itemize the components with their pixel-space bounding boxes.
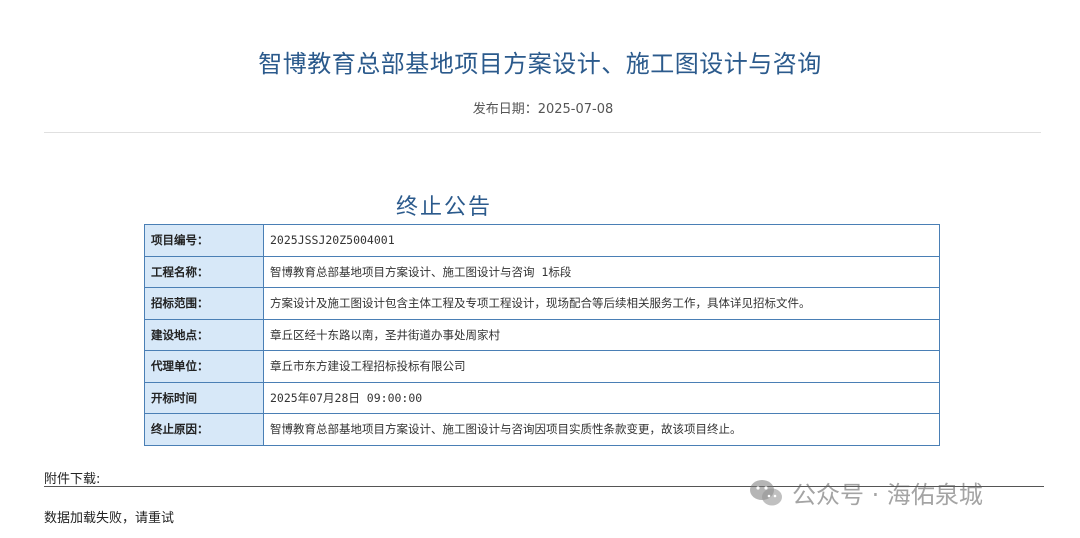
- row-label: 建设地点：: [144, 318, 264, 351]
- row-label: 代理单位：: [144, 350, 264, 383]
- notice-info-table: 项目编号： 2025JSSJ20Z5004001 工程名称： 智博教育总部基地项…: [144, 224, 940, 446]
- row-value: 2025JSSJ20Z5004001: [263, 224, 940, 257]
- table-row: 开标时间 2025年07月28日 09:00:00: [144, 381, 940, 414]
- table-row: 建设地点： 章丘区经十东路以南，圣井街道办事处周家村: [144, 318, 940, 351]
- table-row: 终止原因： 智博教育总部基地项目方案设计、施工图设计与咨询因项目实质性条款变更，…: [144, 413, 940, 446]
- row-value: 章丘区经十东路以南，圣井街道办事处周家村: [263, 318, 940, 351]
- wechat-icon: [750, 479, 782, 505]
- watermark-text: 公众号 · 海佑泉城: [792, 481, 983, 509]
- load-failed-retry-message[interactable]: 数据加载失败，请重试: [44, 507, 174, 526]
- table-row: 代理单位： 章丘市东方建设工程招标投标有限公司: [144, 350, 940, 383]
- watermark: 公众号 · 海佑泉城: [748, 475, 983, 510]
- row-label: 终止原因：: [144, 413, 264, 446]
- row-label: 开标时间: [144, 381, 264, 414]
- attachment-download-link[interactable]: 附件下载:: [44, 468, 100, 487]
- row-value: 章丘市东方建设工程招标投标有限公司: [263, 350, 940, 383]
- row-value: 智博教育总部基地项目方案设计、施工图设计与咨询 1标段: [263, 255, 940, 288]
- row-value: 方案设计及施工图设计包含主体工程及专项工程设计，现场配合等后续相关服务工作，具体…: [263, 287, 940, 320]
- row-label: 工程名称：: [144, 255, 264, 288]
- table-row: 工程名称： 智博教育总部基地项目方案设计、施工图设计与咨询 1标段: [144, 255, 940, 288]
- row-value: 2025年07月28日 09:00:00: [263, 381, 940, 414]
- row-label: 招标范围：: [144, 287, 264, 320]
- table-row: 项目编号： 2025JSSJ20Z5004001: [144, 224, 940, 257]
- row-value: 智博教育总部基地项目方案设计、施工图设计与咨询因项目实质性条款变更，故该项目终止…: [263, 413, 940, 446]
- notice-heading: 终止公告: [396, 195, 493, 220]
- page-title: 智博教育总部基地项目方案设计、施工图设计与咨询: [258, 50, 822, 78]
- publish-date: 发布日期：2025-07-08: [472, 102, 614, 117]
- header-divider: [44, 132, 1041, 133]
- table-row: 招标范围： 方案设计及施工图设计包含主体工程及专项工程设计，现场配合等后续相关服…: [144, 287, 940, 320]
- row-label: 项目编号：: [144, 224, 264, 257]
